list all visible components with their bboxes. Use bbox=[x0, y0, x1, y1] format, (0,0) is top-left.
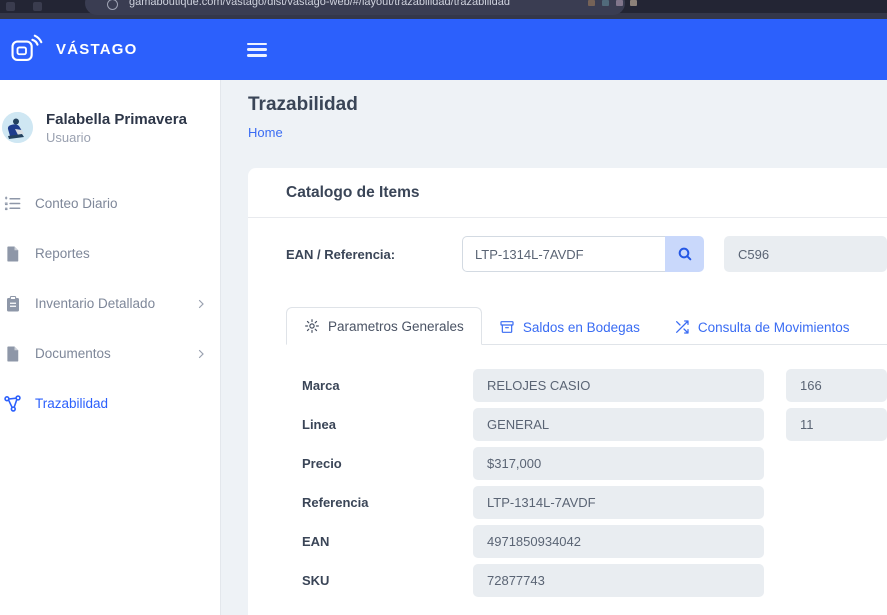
field-label-sku: SKU bbox=[286, 573, 473, 588]
form-row-sku: SKU72877743 bbox=[286, 564, 887, 597]
address-bar[interactable]: gamaboutique.com/vastago/dist/vastago-we… bbox=[85, 0, 625, 15]
field-code-linea: 11 bbox=[786, 408, 887, 441]
item-form: MarcaRELOJES CASIO 166 LineaGENERAL 11 Preci… bbox=[286, 369, 887, 597]
clipboard-icon bbox=[3, 294, 22, 313]
browser-toolbar-icons bbox=[6, 2, 42, 11]
user-info: Falabella Primavera Usuario bbox=[46, 110, 187, 145]
chevron-right-icon bbox=[195, 348, 207, 360]
brand[interactable]: VÁSTAGO bbox=[0, 32, 228, 68]
extension-icon[interactable] bbox=[630, 0, 637, 6]
sidebar-item-trazabilidad[interactable]: Trazabilidad bbox=[0, 379, 221, 429]
item-code-field: C596 bbox=[724, 236, 887, 272]
hamburger-icon[interactable] bbox=[247, 43, 267, 57]
sidebar-item-documentos[interactable]: Documentos bbox=[0, 329, 221, 379]
sidebar-item-inventario-detallado[interactable]: Inventario Detallado bbox=[0, 279, 221, 329]
tab-consulta-de-movimientos[interactable]: Consulta de Movimientos bbox=[657, 309, 867, 345]
form-row-precio: Precio$317,000 bbox=[286, 447, 887, 480]
sidebar-nav: Conteo Diario Reportes Inventario Detallad… bbox=[0, 179, 221, 429]
extension-icon[interactable] bbox=[588, 0, 595, 6]
search-row: EAN / Referencia: C596 bbox=[286, 236, 887, 272]
main-content: Trazabilidad Home Catalogo de Items EAN … bbox=[228, 80, 887, 615]
tab-bar: Parametros Generales Saldos en Bodegas Con… bbox=[286, 306, 887, 345]
catalog-card: Catalogo de Items EAN / Referencia: C596 bbox=[248, 168, 887, 615]
field-label-ean: EAN bbox=[286, 534, 473, 549]
field-value-referencia: LTP-1314L-7AVDF bbox=[473, 486, 764, 519]
sidebar-item-label: Trazabilidad bbox=[35, 396, 207, 411]
sidebar-item-label: Conteo Diario bbox=[35, 196, 207, 211]
gear-icon bbox=[304, 318, 320, 334]
tab-label: Consulta de Movimientos bbox=[698, 320, 850, 335]
form-row-linea: LineaGENERAL 11 bbox=[286, 408, 887, 441]
network-icon bbox=[3, 394, 22, 413]
extension-icon[interactable] bbox=[33, 2, 42, 11]
extension-icon[interactable] bbox=[6, 2, 15, 11]
tab-label: Saldos en Bodegas bbox=[523, 320, 640, 335]
search-icon bbox=[677, 246, 693, 262]
shuffle-icon bbox=[674, 319, 690, 335]
form-row-referencia: ReferenciaLTP-1314L-7AVDF bbox=[286, 486, 887, 519]
tab-saldos-en-bodegas[interactable]: Saldos en Bodegas bbox=[482, 309, 657, 345]
archive-icon bbox=[499, 319, 515, 335]
app-header: VÁSTAGO bbox=[0, 19, 887, 80]
rfid-tag-icon bbox=[8, 32, 44, 68]
breadcrumb-home-link[interactable]: Home bbox=[248, 125, 283, 140]
ordered-list-icon bbox=[3, 194, 22, 213]
tab-label: Parametros Generales bbox=[328, 319, 464, 334]
field-value-ean: 4971850934042 bbox=[473, 525, 764, 558]
site-info-icon[interactable] bbox=[107, 0, 118, 10]
brand-name: VÁSTAGO bbox=[56, 41, 137, 58]
sidebar: Falabella Primavera Usuario Conteo Diari… bbox=[0, 80, 228, 615]
avatar bbox=[2, 112, 33, 143]
extension-icons bbox=[588, 0, 637, 6]
ean-referencia-label: EAN / Referencia: bbox=[286, 247, 462, 262]
divider bbox=[248, 217, 887, 218]
field-value-linea: GENERAL bbox=[473, 408, 764, 441]
file-icon bbox=[3, 244, 22, 263]
user-block[interactable]: Falabella Primavera Usuario bbox=[2, 110, 211, 145]
sidebar-item-label: Documentos bbox=[35, 346, 182, 361]
extension-icon[interactable] bbox=[616, 0, 623, 6]
page-title: Trazabilidad bbox=[248, 94, 887, 116]
sidebar-item-label: Reportes bbox=[35, 246, 207, 261]
sidebar-item-reportes[interactable]: Reportes bbox=[0, 229, 221, 279]
ean-referencia-input[interactable] bbox=[462, 236, 665, 272]
field-value-marca: RELOJES CASIO bbox=[473, 369, 764, 402]
url-text[interactable]: gamaboutique.com/vastago/dist/vastago-we… bbox=[129, 0, 510, 8]
extension-icon[interactable] bbox=[602, 0, 609, 6]
sidebar-item-label: Inventario Detallado bbox=[35, 296, 182, 311]
field-label-marca: Marca bbox=[286, 378, 473, 393]
form-row-marca: MarcaRELOJES CASIO 166 bbox=[286, 369, 887, 402]
chevron-right-icon bbox=[195, 298, 207, 310]
user-role: Usuario bbox=[46, 130, 187, 145]
field-code-marca: 166 bbox=[786, 369, 887, 402]
field-label-linea: Linea bbox=[286, 417, 473, 432]
field-label-referencia: Referencia bbox=[286, 495, 473, 510]
user-name: Falabella Primavera bbox=[46, 110, 187, 130]
sidebar-item-conteo-diario[interactable]: Conteo Diario bbox=[0, 179, 221, 229]
search-button[interactable] bbox=[665, 236, 704, 272]
field-value-sku: 72877743 bbox=[473, 564, 764, 597]
tab-parametros-generales[interactable]: Parametros Generales bbox=[286, 307, 482, 345]
field-label-precio: Precio bbox=[286, 456, 473, 471]
card-title: Catalogo de Items bbox=[286, 168, 887, 217]
form-row-ean: EAN4971850934042 bbox=[286, 525, 887, 558]
field-value-precio: $317,000 bbox=[473, 447, 764, 480]
file-icon bbox=[3, 344, 22, 363]
browser-toolbar: gamaboutique.com/vastago/dist/vastago-we… bbox=[0, 0, 887, 13]
